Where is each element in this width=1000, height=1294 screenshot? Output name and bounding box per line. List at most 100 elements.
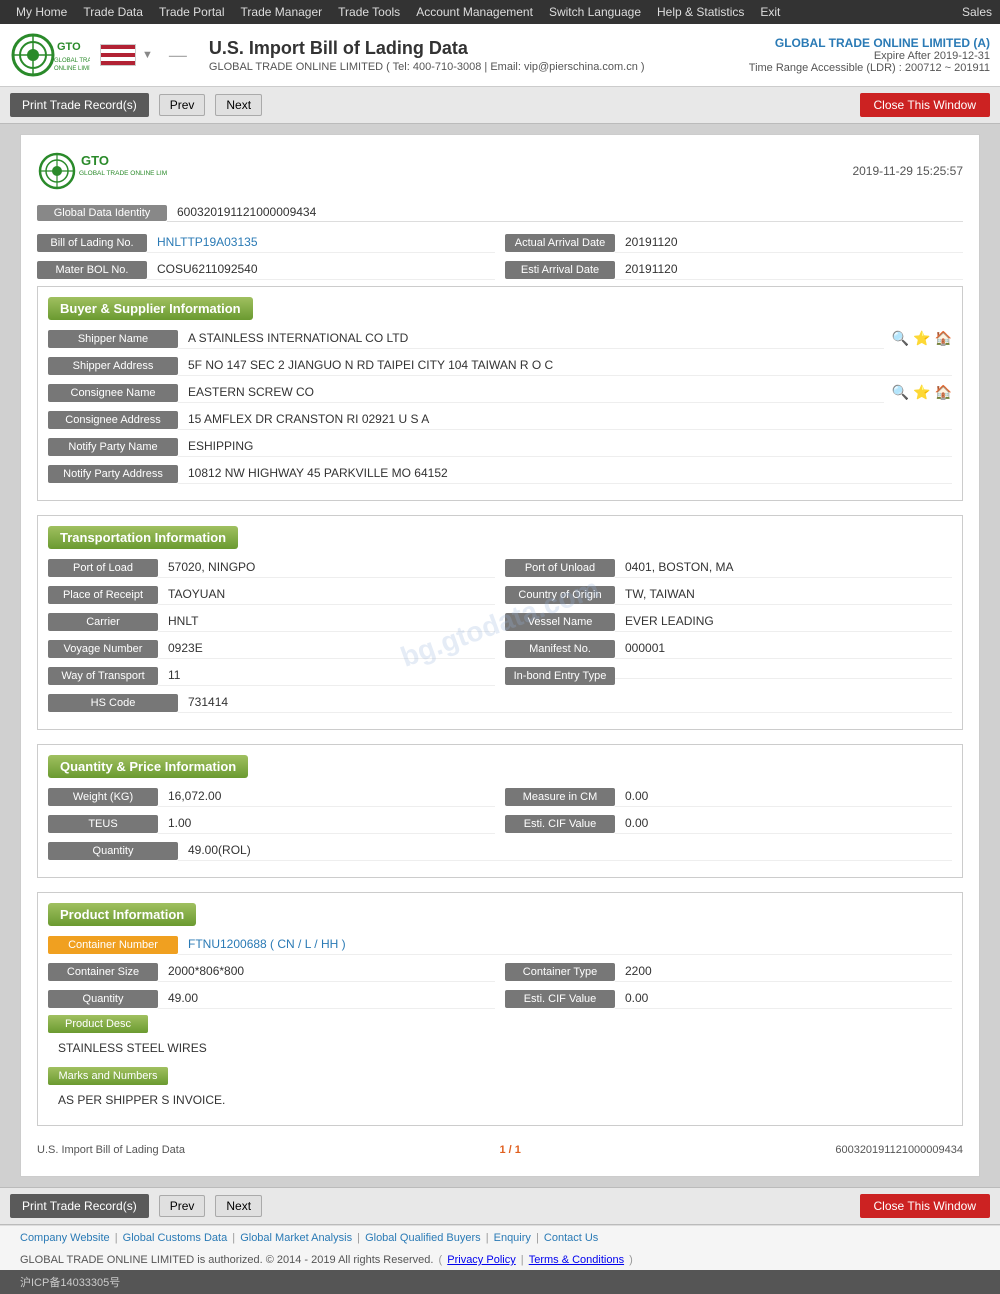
notify-party-address-label: Notify Party Address xyxy=(48,465,178,483)
privacy-policy-link[interactable]: Privacy Policy xyxy=(447,1254,515,1266)
nav-trade-portal[interactable]: Trade Portal xyxy=(151,0,233,24)
footer-link-enquiry[interactable]: Enquiry xyxy=(494,1232,531,1244)
container-number-row: Container Number FTNU1200688 ( CN / L / … xyxy=(48,934,952,955)
nav-account-management[interactable]: Account Management xyxy=(408,0,541,24)
hs-code-value: 731414 xyxy=(178,692,952,713)
print-button-bottom[interactable]: Print Trade Record(s) xyxy=(10,1194,149,1218)
consignee-name-value: EASTERN SCREW CO xyxy=(178,382,884,403)
in-bond-entry-value xyxy=(615,672,952,679)
place-of-receipt-label: Place of Receipt xyxy=(48,586,158,604)
carrier-vessel-row: Carrier HNLT Vessel Name EVER LEADING xyxy=(48,611,952,632)
voyage-number-value: 0923E xyxy=(158,638,495,659)
teus-pair: TEUS 1.00 xyxy=(48,813,495,834)
footer-link-company[interactable]: Company Website xyxy=(20,1232,110,1244)
country-of-origin-value: TW, TAIWAN xyxy=(615,584,952,605)
consignee-star-icon[interactable]: ⭐ xyxy=(913,384,930,401)
country-of-origin-pair: Country of Origin TW, TAIWAN xyxy=(505,584,952,605)
notify-party-address-value: 10812 NW HIGHWAY 45 PARKVILLE MO 64152 xyxy=(178,463,952,484)
prev-button-top[interactable]: Prev xyxy=(159,94,206,116)
measure-pair: Measure in CM 0.00 xyxy=(505,786,952,807)
shipper-address-label: Shipper Address xyxy=(48,357,178,375)
consignee-home-icon[interactable]: 🏠 xyxy=(935,384,952,401)
footer-link-contact[interactable]: Contact Us xyxy=(544,1232,598,1244)
container-size-pair: Container Size 2000*806*800 xyxy=(48,961,495,982)
icp-bar: 沪ICP备14033305号 xyxy=(0,1270,1000,1294)
product-qty-value: 49.00 xyxy=(158,988,495,1009)
global-data-identity-label: Global Data Identity xyxy=(37,205,167,221)
shipper-name-value: A STAINLESS INTERNATIONAL CO LTD xyxy=(178,328,884,349)
container-type-pair: Container Type 2200 xyxy=(505,961,952,982)
vessel-name-value: EVER LEADING xyxy=(615,611,952,632)
voyage-number-pair: Voyage Number 0923E xyxy=(48,638,495,659)
print-button-top[interactable]: Print Trade Record(s) xyxy=(10,93,149,117)
nav-switch-language[interactable]: Switch Language xyxy=(541,0,649,24)
star-icon[interactable]: ⭐ xyxy=(913,330,930,347)
transportation-header: Transportation Information xyxy=(48,526,238,549)
nav-sales: Sales xyxy=(962,5,992,19)
mater-bol-value: COSU6211092540 xyxy=(147,259,495,280)
voyage-number-label: Voyage Number xyxy=(48,640,158,658)
container-type-label: Container Type xyxy=(505,963,615,981)
company-name: GLOBAL TRADE ONLINE LIMITED (A) xyxy=(749,36,990,50)
vessel-name-label: Vessel Name xyxy=(505,613,615,631)
global-data-identity-row: Global Data Identity 6003201911210000094… xyxy=(37,203,963,222)
home-icon[interactable]: 🏠 xyxy=(935,330,952,347)
global-data-identity-value: 600320191121000009434 xyxy=(167,203,963,222)
card-header: GTO GLOBAL TRADE ONLINE LIMITED 2019-11-… xyxy=(37,151,963,191)
nav-my-home[interactable]: My Home xyxy=(8,0,75,24)
consignee-address-row: Consignee Address 15 AMFLEX DR CRANSTON … xyxy=(48,409,952,430)
esti-cif-value: 0.00 xyxy=(615,813,952,834)
bol-no-pair: Bill of Lading No. HNLTTP19A03135 xyxy=(37,232,495,253)
svg-text:GTO: GTO xyxy=(57,41,81,53)
terms-link[interactable]: Terms & Conditions xyxy=(529,1254,624,1266)
footer-link-global-customs[interactable]: Global Customs Data xyxy=(123,1232,228,1244)
consignee-name-label: Consignee Name xyxy=(48,384,178,402)
close-button-top[interactable]: Close This Window xyxy=(860,93,990,117)
page-footer-id: 600320191121000009434 xyxy=(835,1144,963,1156)
logo: GTO GLOBAL TRADE ONLINE LIMITED xyxy=(10,30,90,80)
search-icon[interactable]: 🔍 xyxy=(892,330,909,347)
next-button-top[interactable]: Next xyxy=(215,94,262,116)
svg-text:ONLINE LIMITED: ONLINE LIMITED xyxy=(54,66,90,72)
bottom-toolbar: Print Trade Record(s) Prev Next Close Th… xyxy=(0,1187,1000,1225)
teus-value: 1.00 xyxy=(158,813,495,834)
mater-bol-pair: Mater BOL No. COSU6211092540 xyxy=(37,259,495,280)
top-toolbar: Print Trade Record(s) Prev Next Close Th… xyxy=(0,87,1000,124)
page-footer-page: 1 / 1 xyxy=(499,1144,520,1156)
nav-trade-manager[interactable]: Trade Manager xyxy=(233,0,331,24)
nav-trade-tools[interactable]: Trade Tools xyxy=(330,0,408,24)
marks-numbers-wrapper: Marks and Numbers AS PER SHIPPER S INVOI… xyxy=(48,1067,952,1111)
footer-link-global-buyers[interactable]: Global Qualified Buyers xyxy=(365,1232,481,1244)
voyage-manifest-row: Voyage Number 0923E Manifest No. 000001 xyxy=(48,638,952,659)
container-number-label: Container Number xyxy=(48,936,178,954)
weight-measure-row: Weight (KG) 16,072.00 Measure in CM 0.00 xyxy=(48,786,952,807)
place-of-receipt-pair: Place of Receipt TAOYUAN xyxy=(48,584,495,605)
card-logo-svg: GTO GLOBAL TRADE ONLINE LIMITED xyxy=(37,151,167,191)
nav-trade-data[interactable]: Trade Data xyxy=(75,0,151,24)
buyer-supplier-header: Buyer & Supplier Information xyxy=(48,297,253,320)
manifest-no-pair: Manifest No. 000001 xyxy=(505,638,952,659)
product-cif-pair: Esti. CIF Value 0.00 xyxy=(505,988,952,1009)
buyer-supplier-section: Buyer & Supplier Information Shipper Nam… xyxy=(37,286,963,501)
bol-no-label: Bill of Lading No. xyxy=(37,234,147,252)
consignee-search-icon[interactable]: 🔍 xyxy=(892,384,909,401)
footer-link-global-market[interactable]: Global Market Analysis xyxy=(240,1232,352,1244)
shipper-address-row: Shipper Address 5F NO 147 SEC 2 JIANGUO … xyxy=(48,355,952,376)
country-of-origin-label: Country of Origin xyxy=(505,586,615,604)
nav-items: My Home Trade Data Trade Portal Trade Ma… xyxy=(8,0,788,24)
nav-exit[interactable]: Exit xyxy=(752,0,788,24)
header-center: U.S. Import Bill of Lading Data GLOBAL T… xyxy=(193,38,749,73)
esti-arrival-value: 20191120 xyxy=(615,259,963,280)
nav-help-statistics[interactable]: Help & Statistics xyxy=(649,0,752,24)
measure-value: 0.00 xyxy=(615,786,952,807)
marks-and-numbers-label: Marks and Numbers xyxy=(48,1067,168,1085)
logo-box: GTO GLOBAL TRADE ONLINE LIMITED ▼ — xyxy=(10,30,193,80)
product-cif-label: Esti. CIF Value xyxy=(505,990,615,1008)
prev-button-bottom[interactable]: Prev xyxy=(159,1195,206,1217)
consignee-address-label: Consignee Address xyxy=(48,411,178,429)
measure-label: Measure in CM xyxy=(505,788,615,806)
next-button-bottom[interactable]: Next xyxy=(215,1195,262,1217)
manifest-no-label: Manifest No. xyxy=(505,640,615,658)
close-button-bottom[interactable]: Close This Window xyxy=(860,1194,990,1218)
way-of-transport-pair: Way of Transport 11 xyxy=(48,665,495,686)
